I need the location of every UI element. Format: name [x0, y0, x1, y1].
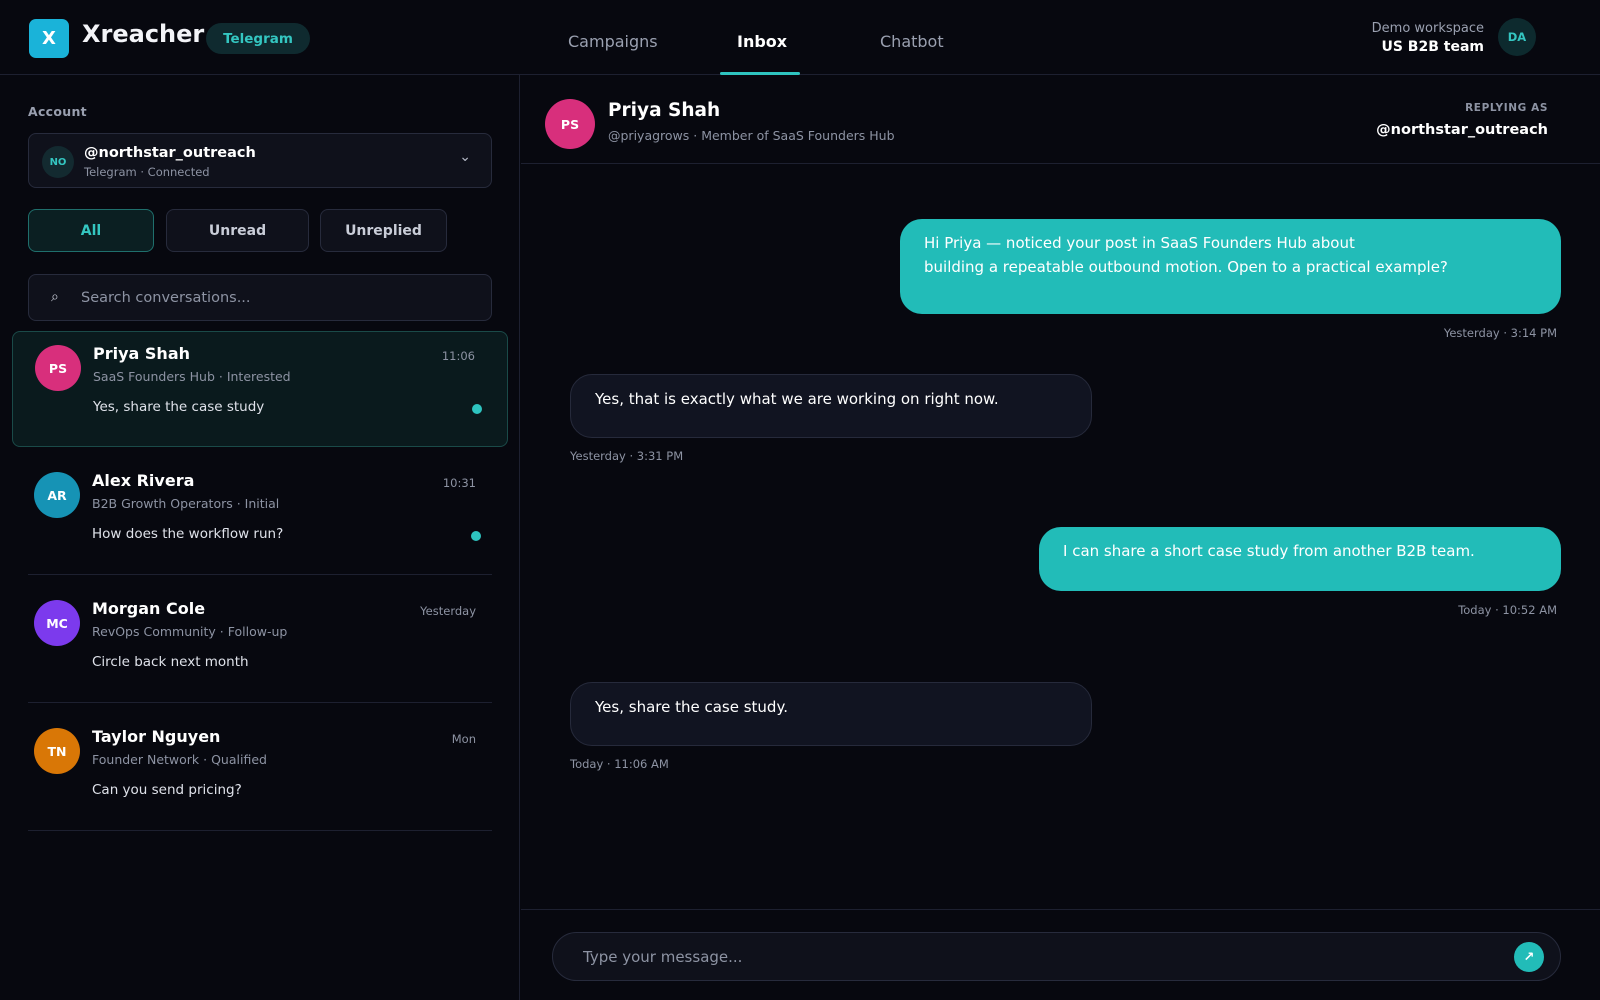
workspace-name[interactable]: US B2B team: [1381, 39, 1484, 55]
avatar: PS: [35, 345, 81, 391]
message-timestamp: Yesterday · 3:31 PM: [570, 449, 684, 463]
channel-badge: Telegram: [206, 23, 310, 54]
message-preview: Yes, share the case study: [93, 399, 265, 415]
unread-dot-icon: [472, 404, 482, 414]
message-outgoing: Hi Priya — noticed your post in SaaS Fou…: [900, 219, 1561, 314]
account-selector[interactable]: NO @northstar_outreach Telegram · Connec…: [28, 133, 492, 188]
search-box: ⌕: [28, 274, 492, 321]
filter-all-button[interactable]: All: [28, 209, 154, 252]
contact-subtitle: B2B Growth Operators · Initial: [92, 496, 280, 511]
filter-unread-button[interactable]: Unread: [166, 209, 309, 252]
avatar: TN: [34, 728, 80, 774]
divider: [28, 702, 492, 703]
message-composer: ↗: [521, 909, 1600, 1000]
logo-icon[interactable]: X: [29, 19, 69, 58]
account-avatar: NO: [42, 146, 74, 178]
message-preview: Can you send pricing?: [92, 782, 242, 798]
conversation-item-alex-rivera[interactable]: AR Alex Rivera B2B Growth Operators · In…: [12, 459, 508, 575]
brand-name: Xreacher: [82, 20, 205, 48]
search-icon: ⌕: [51, 289, 59, 305]
message-outgoing: I can share a short case study from anot…: [1039, 527, 1561, 591]
divider: [28, 574, 492, 575]
message-time: Yesterday: [420, 604, 476, 618]
message-timestamp: Today · 10:52 AM: [1458, 603, 1557, 617]
message-timestamp: Yesterday · 3:14 PM: [1443, 326, 1557, 340]
contact-subtitle: RevOps Community · Follow-up: [92, 624, 288, 639]
message-time: Mon: [451, 732, 476, 746]
send-icon[interactable]: ↗: [1514, 942, 1544, 972]
message-time: 10:31: [442, 476, 476, 490]
avatar: AR: [34, 472, 80, 518]
contact-avatar[interactable]: PS: [545, 99, 595, 149]
tab-campaigns[interactable]: Campaigns: [568, 32, 658, 51]
contact-subtitle: SaaS Founders Hub · Interested: [93, 369, 291, 384]
contact-name: Morgan Cole: [92, 599, 206, 618]
divider: [28, 830, 492, 831]
replying-as-handle: @northstar_outreach: [1376, 122, 1548, 138]
chat-header: PS Priya Shah @priyagrows · Member of Sa…: [521, 75, 1600, 164]
account-status: Telegram · Connected: [84, 165, 210, 179]
account-label: Account: [28, 104, 87, 119]
contact-name: Priya Shah: [608, 100, 721, 121]
top-bar: X Xreacher Telegram Campaigns Inbox Chat…: [0, 0, 1600, 75]
conversation-sidebar: Account NO @northstar_outreach Telegram …: [0, 75, 520, 1000]
contact-name: Alex Rivera: [92, 471, 195, 490]
unread-dot-icon: [471, 531, 481, 541]
user-avatar[interactable]: DA: [1498, 18, 1536, 56]
conversation-item-priya-shah[interactable]: PS Priya Shah SaaS Founders Hub · Intere…: [12, 331, 508, 447]
search-input[interactable]: [81, 275, 481, 320]
message-incoming: Yes, share the case study.: [570, 682, 1092, 746]
avatar: MC: [34, 600, 80, 646]
chevron-down-icon[interactable]: ⌄: [459, 149, 471, 165]
composer-box: ↗: [552, 932, 1561, 981]
contact-subtitle: @priyagrows · Member of SaaS Founders Hu…: [608, 128, 895, 143]
replying-as-label: REPLYING AS: [1465, 102, 1548, 114]
tab-chatbot[interactable]: Chatbot: [880, 32, 944, 51]
account-handle: @northstar_outreach: [84, 145, 256, 161]
filter-unreplied-button[interactable]: Unreplied: [320, 209, 447, 252]
conversation-item-morgan-cole[interactable]: MC Morgan Cole RevOps Community · Follow…: [12, 587, 508, 703]
contact-name: Priya Shah: [93, 344, 190, 363]
contact-subtitle: Founder Network · Qualified: [92, 752, 267, 767]
message-incoming: Yes, that is exactly what we are working…: [570, 374, 1092, 438]
contact-name: Taylor Nguyen: [92, 727, 221, 746]
message-preview: Circle back next month: [92, 654, 249, 670]
message-preview: How does the workflow run?: [92, 526, 284, 542]
message-timestamp: Today · 11:06 AM: [570, 757, 669, 771]
conversation-item-taylor-nguyen[interactable]: TN Taylor Nguyen Founder Network · Quali…: [12, 715, 508, 831]
workspace-label: Demo workspace: [1371, 21, 1484, 36]
tab-inbox[interactable]: Inbox: [737, 32, 787, 51]
message-input[interactable]: [583, 933, 1483, 980]
message-time: 11:06: [441, 349, 475, 363]
chat-pane: PS Priya Shah @priyagrows · Member of Sa…: [521, 75, 1600, 1000]
